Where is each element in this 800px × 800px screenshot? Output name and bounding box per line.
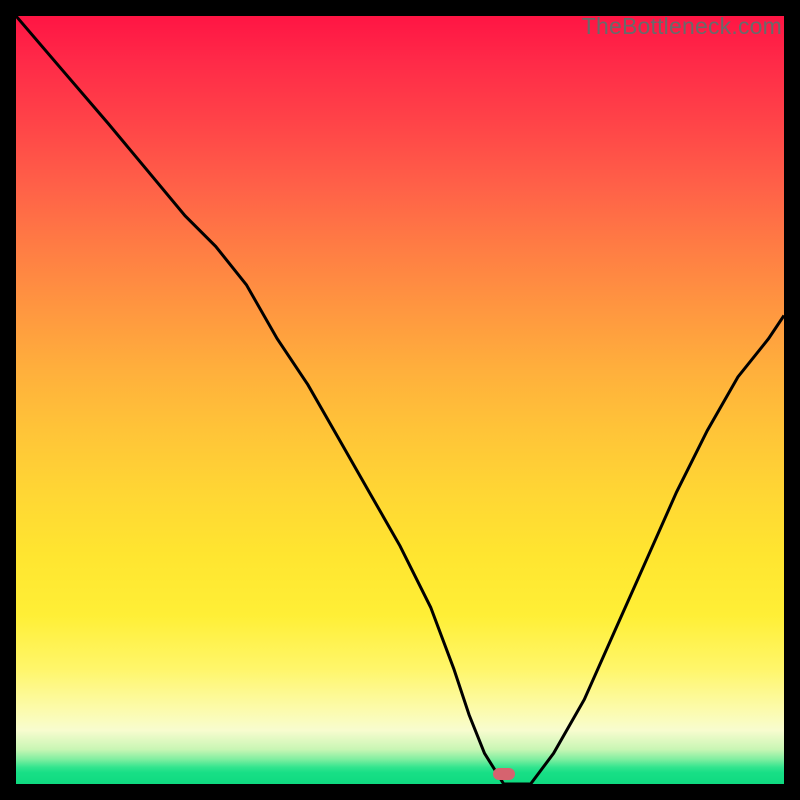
bottleneck-curve <box>16 16 784 784</box>
optimal-point-marker <box>493 768 515 780</box>
plot-area: TheBottleneck.com <box>16 16 784 784</box>
curve-svg <box>16 16 784 784</box>
chart-wrapper: TheBottleneck.com <box>0 0 800 800</box>
